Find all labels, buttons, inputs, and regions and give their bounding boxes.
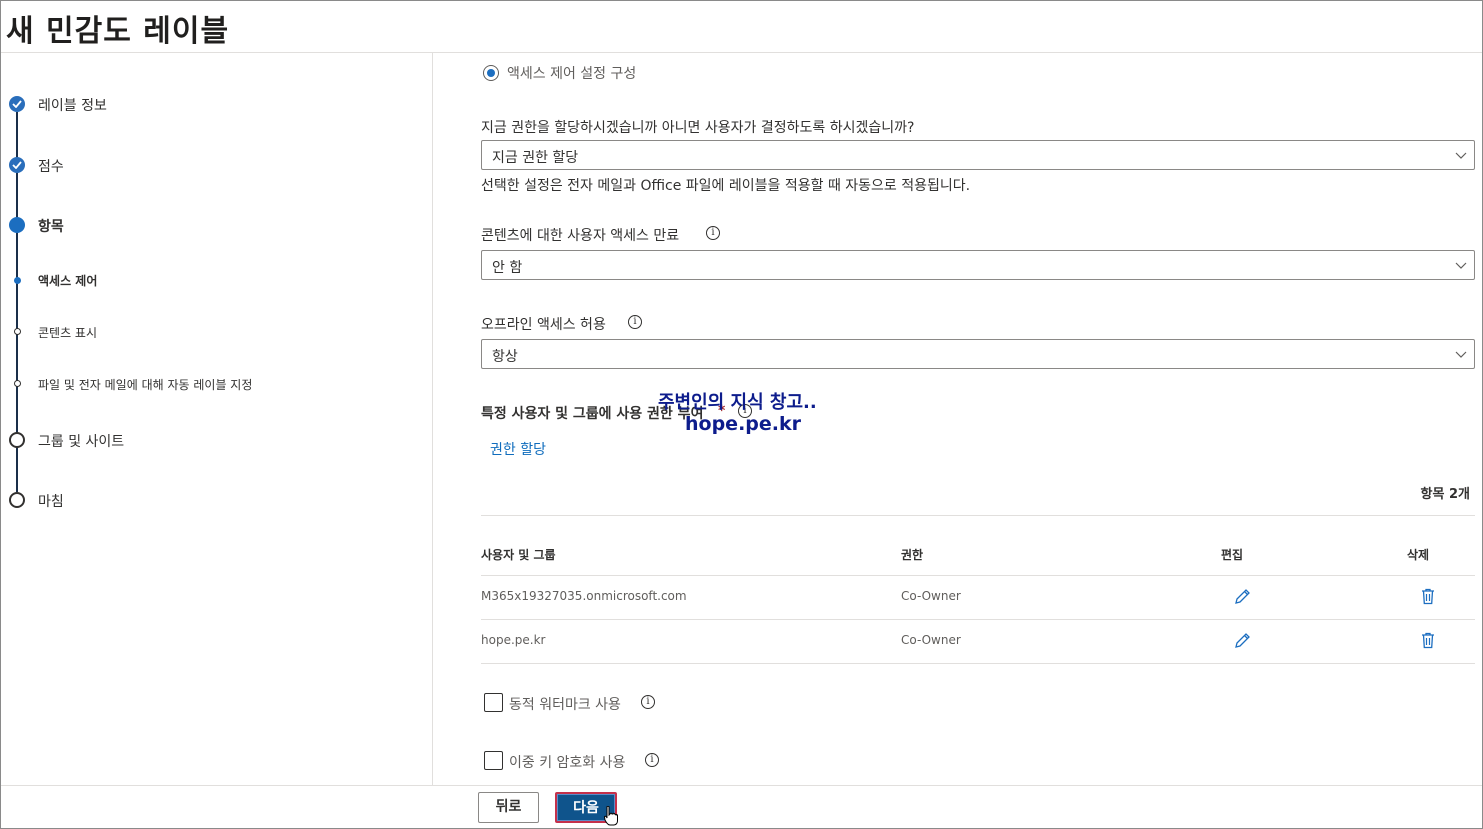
dynamic-watermark-checkbox[interactable] — [484, 693, 503, 712]
chevron-down-icon — [1455, 152, 1467, 159]
pending-step-dot — [9, 432, 25, 448]
dropdown-value: 안 함 — [492, 260, 523, 276]
chevron-down-icon — [1455, 262, 1467, 269]
offline-dropdown[interactable]: 항상 — [481, 339, 1475, 369]
row-permission: Co-Owner — [901, 589, 961, 603]
table-header-divider — [481, 575, 1475, 576]
step-label: 항목 — [38, 219, 64, 235]
offline-label: 오프라인 액세스 허용 — [481, 317, 606, 333]
double-key-encryption-checkbox[interactable] — [484, 751, 503, 770]
trash-icon[interactable] — [1421, 632, 1435, 649]
item-count: 항목 2개 — [1420, 487, 1470, 502]
page-title: 새 민감도 레이블 — [6, 14, 230, 49]
step-label: 파일 및 전자 메일에 대해 자동 레이블 지정 — [38, 378, 253, 392]
row-permission: Co-Owner — [901, 633, 961, 647]
edit-pencil-icon[interactable] — [1234, 588, 1251, 605]
row-divider — [481, 663, 1475, 664]
assign-help-text: 선택한 설정은 전자 메일과 Office 파일에 레이블을 적용할 때 자동으… — [481, 178, 971, 194]
current-substep-dot — [13, 277, 21, 284]
assign-permissions-dropdown[interactable]: 지금 권한 할당 — [481, 140, 1475, 170]
step-label: 그룹 및 사이트 — [38, 434, 125, 450]
step-label: 액세스 제어 — [38, 274, 98, 288]
radio-label: 액세스 제어 설정 구성 — [507, 66, 637, 82]
trash-icon[interactable] — [1421, 588, 1435, 605]
row-user: hope.pe.kr — [481, 633, 546, 647]
check-icon — [9, 157, 25, 173]
info-icon[interactable]: i — [641, 695, 655, 709]
row-user: M365x19327035.onmicrosoft.com — [481, 589, 687, 603]
overlay-text-line1: 주변인의 지식 창고.. — [658, 392, 817, 413]
expire-dropdown[interactable]: 안 함 — [481, 250, 1475, 280]
assign-permissions-link[interactable]: 권한 할당 — [490, 439, 546, 459]
dropdown-value: 항상 — [492, 349, 518, 365]
back-button[interactable]: 뒤로 — [478, 792, 539, 823]
column-header-permission: 권한 — [901, 548, 924, 562]
pending-step-dot — [9, 492, 25, 508]
column-header-delete: 삭제 — [1407, 548, 1430, 562]
step-label: 점수 — [38, 159, 64, 175]
hand-cursor-icon — [604, 806, 618, 826]
footer-divider — [1, 785, 1482, 786]
column-header-edit: 편집 — [1221, 548, 1244, 562]
step-label: 콘텐츠 표시 — [38, 326, 98, 340]
info-icon[interactable]: i — [628, 315, 642, 329]
substep-dot — [13, 328, 21, 335]
access-control-radio[interactable] — [483, 65, 499, 81]
step-label: 마침 — [38, 494, 64, 510]
current-step-dot — [9, 217, 25, 233]
column-header-users: 사용자 및 그룹 — [481, 548, 556, 562]
expire-label: 콘텐츠에 대한 사용자 액세스 만료 — [481, 228, 680, 244]
edit-pencil-icon[interactable] — [1234, 632, 1251, 649]
check-icon — [9, 96, 25, 112]
info-icon[interactable]: i — [706, 226, 720, 240]
overlay-text-line2: hope.pe.kr — [685, 413, 801, 435]
checkbox-label: 이중 키 암호화 사용 — [509, 755, 626, 771]
row-divider — [481, 619, 1475, 620]
sidebar-divider — [432, 53, 433, 785]
info-icon[interactable]: i — [645, 753, 659, 767]
step-label: 레이블 정보 — [38, 98, 107, 114]
dropdown-value: 지금 권한 할당 — [492, 150, 579, 166]
assign-question-label: 지금 권한을 할당하시겠습니까 아니면 사용자가 결정하도록 하시겠습니까? — [481, 120, 915, 136]
table-top-divider — [481, 515, 1475, 516]
substep-dot — [13, 380, 21, 387]
header-divider — [1, 52, 1482, 53]
chevron-down-icon — [1455, 351, 1467, 358]
checkbox-label: 동적 워터마크 사용 — [509, 697, 621, 713]
